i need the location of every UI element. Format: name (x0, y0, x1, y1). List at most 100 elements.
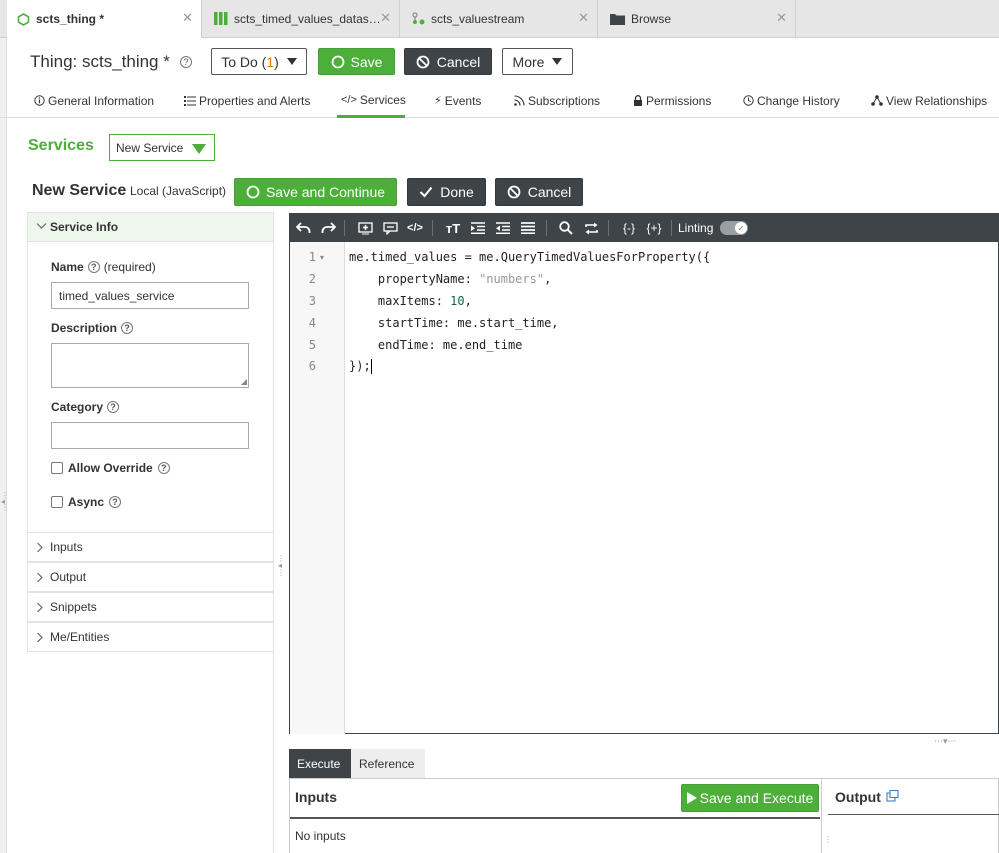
tab-browse[interactable]: Browse ✕ (600, 0, 796, 37)
service-settings-panel: Service Info Name ? (required) timed_val… (27, 212, 274, 853)
checkbox-box[interactable] (51, 496, 63, 508)
description-textarea[interactable]: ◢ (51, 343, 249, 388)
description-label-text: Description (51, 321, 118, 335)
code-line[interactable]: me.timed_values = me.QueryTimedValuesFor… (349, 250, 710, 264)
drag-handle-icon[interactable]: ⋮ ◂ ⋮ (1, 492, 9, 533)
fold-arrow-icon[interactable]: ▾ (320, 253, 324, 262)
close-icon[interactable]: ✕ (380, 11, 391, 24)
tab-services[interactable]: </> Services (337, 84, 406, 118)
code-line[interactable]: startTime: me.start_time, (349, 316, 559, 330)
tab-reference[interactable]: Reference (351, 749, 425, 778)
tab-label: Subscriptions (528, 93, 601, 108)
done-label: Done (440, 184, 474, 200)
toolbar-divider (344, 220, 345, 236)
category-label-text: Category (51, 400, 104, 414)
code-line[interactable]: propertyName: "numbers", (349, 272, 551, 286)
fold-icon[interactable]: {-} (620, 219, 638, 237)
divider (290, 817, 820, 819)
toolbar-divider (432, 220, 433, 236)
comment-icon[interactable] (381, 219, 399, 237)
async-checkbox[interactable]: Async ? (51, 495, 122, 509)
tab-general-information[interactable]: General Information (30, 84, 158, 117)
chevron-down-icon (286, 58, 297, 65)
chevron-right-icon (36, 602, 44, 616)
done-button[interactable]: Done (407, 178, 486, 206)
tab-scts-thing[interactable]: scts_thing * ✕ (7, 0, 202, 38)
save-and-continue-button[interactable]: Save and Continue (234, 178, 397, 206)
close-icon[interactable]: ✕ (578, 11, 589, 24)
help-icon[interactable]: ? (87, 261, 100, 273)
panel-splitter-icon[interactable]: ⋮ ◂ ⋮ (277, 555, 285, 600)
service-cancel-button[interactable]: Cancel (495, 178, 583, 206)
inputs-accordion[interactable]: Inputs (27, 532, 274, 562)
cancel-button[interactable]: Cancel (404, 48, 492, 75)
code-editor[interactable]: </> ᴛT {-} {+} Linting ✓ 1 ▾ 2 3 4 5 6 m… (289, 213, 999, 734)
tab-execute[interactable]: Execute (289, 749, 351, 778)
new-service-label: New Service (116, 140, 184, 155)
line-number: 5 (308, 338, 316, 352)
help-icon[interactable]: ? (121, 322, 134, 334)
todo-button[interactable]: To Do (1) (211, 48, 307, 75)
code-line[interactable]: }); (349, 359, 372, 374)
execute-panel: Inputs Save and Execute No inputs Output… (289, 778, 999, 853)
me-entities-accordion[interactable]: Me/Entities (27, 622, 274, 652)
code-line[interactable]: endTime: me.end_time (349, 338, 523, 352)
tab-properties-and-alerts[interactable]: Properties and Alerts (180, 84, 314, 117)
tab-label: Properties and Alerts (199, 93, 311, 108)
tab-subscriptions[interactable]: Subscriptions (510, 84, 604, 117)
name-input[interactable]: timed_values_service (51, 282, 249, 309)
datashape-icon (214, 12, 228, 25)
tab-events[interactable]: ⚡ Events (430, 84, 485, 117)
tab-datashape[interactable]: scts_timed_values_datas… ✕ (204, 0, 400, 37)
info-icon (34, 95, 45, 106)
checkbox-box[interactable] (51, 462, 63, 474)
resize-handle-icon[interactable]: ◢ (241, 377, 247, 386)
help-icon[interactable]: ? (107, 401, 120, 413)
allow-override-checkbox[interactable]: Allow Override ? (51, 461, 170, 475)
format-code-icon[interactable] (519, 219, 537, 237)
help-icon[interactable]: ? (157, 462, 170, 474)
save-and-execute-button[interactable]: Save and Execute (681, 784, 819, 812)
services-label: Services (28, 137, 94, 154)
snippets-accordion[interactable]: Snippets (27, 592, 274, 622)
undo-icon[interactable] (294, 219, 312, 237)
service-info-body: Name ? (required) timed_values_service D… (27, 242, 274, 532)
chevron-down-icon (192, 144, 206, 154)
output-accordion[interactable]: Output (27, 562, 274, 592)
replace-icon[interactable] (582, 219, 600, 237)
more-button[interactable]: More (502, 48, 573, 75)
accordion-label: Inputs (50, 540, 83, 554)
service-info-header[interactable]: Service Info (27, 212, 274, 242)
drag-handle-icon[interactable]: ⋮ (824, 836, 832, 844)
tab-view-relationships[interactable]: View Relationships (867, 84, 991, 117)
tab-valuestream[interactable]: scts_valuestream ✕ (402, 0, 598, 37)
check-icon (420, 186, 433, 198)
help-icon[interactable]: ? (109, 496, 122, 508)
unfold-icon[interactable]: {+} (645, 219, 663, 237)
category-input[interactable] (51, 422, 249, 449)
indent-left-icon[interactable] (469, 219, 487, 237)
list-icon (184, 95, 196, 106)
code-token: , (544, 272, 552, 286)
code-icon[interactable]: </> (406, 219, 424, 237)
editor-resize-handle-icon[interactable]: ⋯▾⋯ (934, 736, 957, 747)
text-format-icon[interactable]: ᴛT (444, 219, 462, 237)
close-icon[interactable]: ✕ (776, 11, 787, 24)
redo-icon[interactable] (319, 219, 337, 237)
save-button[interactable]: Save (318, 48, 395, 75)
external-link-icon[interactable] (886, 789, 899, 805)
indent-right-icon[interactable] (494, 219, 512, 237)
tab-change-history[interactable]: Change History (739, 84, 844, 117)
linting-toggle[interactable]: ✓ (720, 221, 748, 235)
new-service-dropdown[interactable]: New Service (109, 134, 215, 161)
close-icon[interactable]: ✕ (182, 11, 193, 24)
tab-permissions[interactable]: Permissions (629, 84, 715, 117)
insert-snippet-icon[interactable] (356, 219, 374, 237)
help-icon[interactable]: ? (180, 56, 192, 68)
name-label: Name ? (required) (51, 260, 156, 274)
code-icon: </> (341, 93, 357, 106)
search-icon[interactable] (557, 219, 575, 237)
line-number: 2 (308, 272, 316, 286)
code-line[interactable]: maxItems: 10, (349, 294, 472, 308)
chevron-right-icon (36, 632, 44, 646)
